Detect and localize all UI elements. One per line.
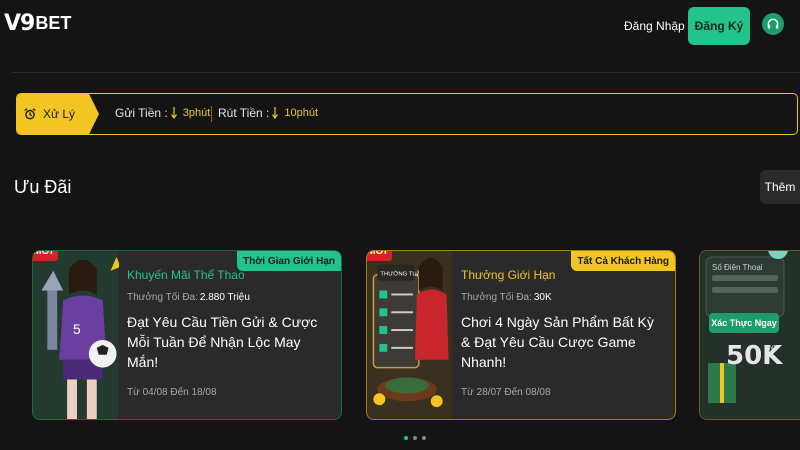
logo-mark: V9 — [4, 10, 35, 36]
soccer-player-illustration: 5 — [33, 251, 119, 419]
promo-card-sports[interactable]: 5 MỚI Thời Gian Giới Hạn Khuyến Mãi Thể … — [32, 250, 342, 420]
max-reward-label: Thưởng Tối Đa: — [461, 292, 532, 303]
promo-card-limited-reward[interactable]: THƯỞNG TUẦN MỚI Tất Cả Khách Hàng Thưởng… — [366, 250, 676, 420]
phone-number-label: Số Điện Thoại — [712, 263, 763, 272]
transaction-status-bar: Xử Lý Gửi Tiền : 3phút Rút Tiền : 10phút — [16, 93, 798, 135]
reward-unit: VND — [764, 345, 779, 352]
new-badge: MỚI — [367, 251, 392, 261]
status-separator — [211, 106, 212, 122]
headset-support-button[interactable] — [762, 13, 784, 35]
max-reward-label: Thưởng Tối Đa: — [127, 292, 198, 303]
register-button[interactable]: Đăng Ký — [688, 7, 750, 45]
promo-max-reward: Thưởng Tối Đa: 2.880 Triệu — [127, 292, 250, 303]
logo[interactable]: V9 BET — [4, 10, 71, 36]
promo-card-body: Khuyến Mãi Thể Thao Thưởng Tối Đa: 2.880 … — [127, 251, 333, 419]
deposit-label: Gửi Tiền : — [115, 106, 168, 120]
verify-now-button[interactable]: Xác Thực Ngay — [709, 313, 779, 333]
logo-text: BET — [35, 12, 72, 33]
promo-category: Khuyến Mãi Thể Thao — [127, 268, 245, 282]
max-reward-value: 2.880 Triệu — [199, 292, 250, 303]
promo-description: Đạt Yêu Cầu Tiền Gửi & Cược Mỗi Tuần Để … — [127, 314, 318, 370]
processing-tag: Xử Lý — [17, 94, 99, 134]
carousel-dot[interactable] — [404, 436, 408, 440]
promo-date-range: Từ 28/07 Đến 08/08 — [461, 387, 551, 398]
new-badge: MỚI — [33, 251, 58, 261]
art-label: THƯỞNG TUẦN — [380, 271, 424, 278]
withdraw-label: Rút Tiền : — [218, 106, 270, 120]
carousel-pagination — [404, 436, 426, 440]
phone-verify-illustration — [700, 251, 800, 419]
processing-label: Xử Lý — [43, 107, 76, 121]
arrow-down-icon — [272, 107, 279, 119]
login-link[interactable]: Đăng Nhập — [624, 19, 685, 33]
arrow-down-icon — [170, 107, 177, 119]
withdraw-status: Rút Tiền : 10phút — [218, 106, 318, 120]
max-reward-value: 30K — [533, 292, 552, 303]
promo-card-verify[interactable]: Số Điện Thoại Xác Thực Ngay 50K VND — [699, 250, 800, 420]
carousel-dot[interactable] — [422, 436, 426, 440]
promo-description: Chơi 4 Ngày Sản Phẩm Bất Kỳ & Đạt Yêu Cầ… — [461, 314, 654, 370]
header-divider — [12, 72, 800, 73]
carousel-dot[interactable] — [413, 436, 417, 440]
weekly-reward-illustration: THƯỞNG TUẦN — [367, 251, 453, 419]
promo-category: Thưởng Giới Hạn — [461, 268, 556, 282]
headset-icon — [767, 18, 779, 29]
deposit-status: Gửi Tiền : 3phút — [115, 106, 210, 120]
promotions-title: Ưu Đãi — [14, 177, 72, 197]
promo-card-body: Thưởng Giới Hạn Thưởng Tối Đa: 30K Chơi 4… — [461, 251, 667, 419]
promo-date-range: Từ 04/08 Đến 18/08 — [127, 387, 217, 398]
more-promotions-button[interactable]: Thêm — [760, 170, 800, 204]
promo-max-reward: Thưởng Tối Đa: 30K — [461, 292, 552, 303]
alarm-clock-icon — [24, 108, 36, 120]
svg-text:5: 5 — [73, 321, 81, 337]
deposit-time: 3phút — [182, 107, 211, 119]
withdraw-time: 10phút — [284, 107, 319, 119]
header: V9 BET Đăng Nhập Đăng Ký — [0, 0, 800, 58]
